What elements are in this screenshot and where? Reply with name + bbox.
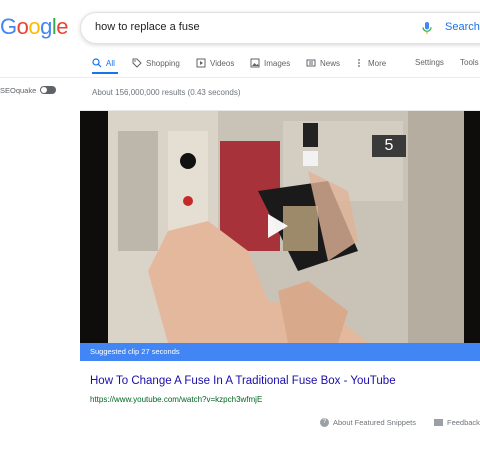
more-vert-icon (358, 59, 360, 67)
feedback-link[interactable]: Feedback (434, 418, 480, 427)
video-thumbnail[interactable]: 5 (80, 111, 480, 343)
active-tab-indicator (92, 72, 118, 74)
search-button[interactable]: Search (445, 21, 480, 33)
seoquake-label: SEOquake (0, 86, 37, 95)
play-icon[interactable] (268, 214, 288, 238)
results-count: About 156,000,000 results (0.43 seconds) (92, 88, 241, 97)
suggested-clip-bar: Suggested clip 27 seconds (80, 343, 480, 361)
tag-icon (132, 58, 142, 68)
seoquake-toggle[interactable] (40, 86, 56, 94)
tab-label: Shopping (146, 58, 180, 68)
search-icon (92, 58, 102, 68)
suggested-clip-text: Suggested clip 27 seconds (90, 347, 180, 356)
feedback-label: Feedback (447, 418, 480, 427)
tab-tools[interactable]: Tools (460, 58, 479, 67)
tab-shopping[interactable]: Shopping (132, 58, 180, 68)
divider (0, 77, 480, 78)
result-title-link[interactable]: How To Change A Fuse In A Traditional Fu… (90, 375, 396, 387)
search-tabs: All Shopping Videos Images News More Set… (90, 58, 480, 74)
tab-label: More (368, 58, 387, 68)
logo-letter: o (16, 14, 29, 39)
image-icon (250, 58, 260, 68)
tab-all[interactable]: All (92, 58, 115, 68)
tab-images[interactable]: Images (250, 58, 290, 68)
tab-label: All (106, 58, 115, 68)
logo-letter: G (0, 14, 17, 39)
tab-label: Images (264, 58, 291, 68)
about-label: About Featured Snippets (333, 418, 416, 427)
logo-letter: e (56, 14, 69, 39)
microphone-icon[interactable] (419, 20, 435, 36)
search-box[interactable]: how to replace a fuse Search (80, 12, 480, 44)
tab-label: Tools (460, 58, 479, 67)
logo-letter: g (40, 14, 52, 39)
about-featured-snippets-link[interactable]: ? About Featured Snippets (320, 418, 416, 427)
newspaper-icon (306, 59, 316, 67)
featured-snippet-card: 5 Suggested clip 27 seconds How To Chang… (80, 110, 480, 416)
play-box-icon (196, 58, 206, 68)
tab-videos[interactable]: Videos (196, 58, 234, 68)
search-input[interactable]: how to replace a fuse (95, 21, 200, 33)
snippet-footer: ? About Featured Snippets Feedback (0, 418, 480, 430)
result-url[interactable]: https://www.youtube.com/watch?v=kzpch3wf… (90, 395, 262, 404)
logo-letter: o (28, 14, 41, 39)
tab-more[interactable]: More (354, 58, 386, 68)
help-icon: ? (320, 418, 329, 427)
clip-number-badge: 5 (372, 135, 406, 157)
tab-news[interactable]: News (306, 58, 340, 68)
tab-label: Videos (210, 58, 235, 68)
tab-settings[interactable]: Settings (415, 58, 444, 67)
tab-label: News (320, 58, 341, 68)
google-logo[interactable]: Google (0, 14, 69, 40)
tab-label: Settings (415, 58, 444, 67)
feedback-icon (434, 419, 443, 426)
